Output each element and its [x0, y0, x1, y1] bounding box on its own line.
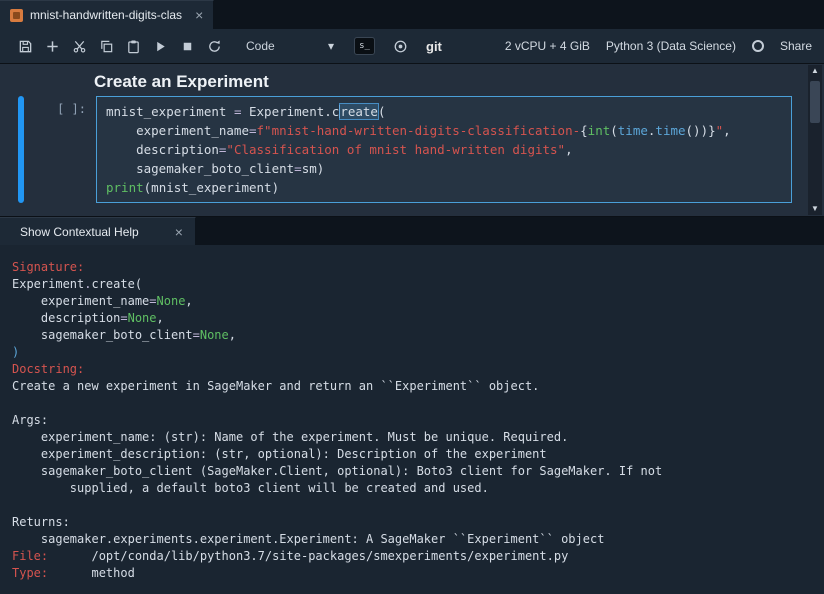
code-cell-row: [ ]: mnist_experiment = Experiment.creat…: [0, 96, 824, 203]
share-button[interactable]: Share: [780, 39, 812, 53]
help-line: experiment_name: (str): Name of the expe…: [12, 429, 810, 446]
help-line: ): [12, 344, 810, 361]
help-line: description=None,: [12, 310, 810, 327]
scroll-down-icon[interactable]: ▼: [811, 203, 819, 215]
help-line: sagemaker.experiments.experiment.Experim…: [12, 531, 810, 548]
code-line: experiment_name=f"mnist-hand-written-dig…: [106, 121, 782, 140]
contextual-help-tab[interactable]: Show Contextual Help ×: [0, 217, 196, 245]
help-line: File: /opt/conda/lib/python3.7/site-pack…: [12, 548, 810, 565]
terminal-badge-icon[interactable]: s_: [354, 37, 375, 55]
copy-icon[interactable]: [93, 33, 120, 59]
notebook-tab[interactable]: mnist-handwritten-digits-clas ×: [0, 0, 214, 29]
notebook-toolbar: Code ▾ s_ git 2 vCPU + 4 GiB Python 3 (D…: [0, 29, 824, 64]
cell-type-value: Code: [246, 39, 275, 53]
code-cell[interactable]: mnist_experiment = Experiment.create( ex…: [96, 96, 792, 203]
help-line: experiment_name=None,: [12, 293, 810, 310]
help-tab-close-icon[interactable]: ×: [175, 224, 183, 240]
code-line: mnist_experiment = Experiment.create(: [106, 102, 782, 121]
notebook-tab-label: mnist-handwritten-digits-clas: [30, 8, 182, 22]
help-line: [12, 497, 810, 514]
help-line: Experiment.create(: [12, 276, 810, 293]
restart-kernel-icon[interactable]: [201, 33, 228, 59]
jupyterlab-window: mnist-handwritten-digits-clas ×: [0, 0, 824, 594]
help-line: Create a new experiment in SageMaker and…: [12, 378, 810, 395]
tab-close-icon[interactable]: ×: [195, 8, 203, 22]
paste-icon[interactable]: [120, 33, 147, 59]
run-icon[interactable]: [147, 33, 174, 59]
help-line: supplied, a default boto3 client will be…: [12, 480, 810, 497]
help-line: Signature:: [12, 259, 810, 276]
help-line: sagemaker_boto_client=None,: [12, 327, 810, 344]
add-cell-icon[interactable]: [39, 33, 66, 59]
markdown-heading: Create an Experiment: [94, 72, 824, 92]
kernel-status-icon[interactable]: [752, 40, 764, 52]
main-tab-bar: mnist-handwritten-digits-clas ×: [0, 0, 824, 29]
scrollbar-thumb[interactable]: [810, 81, 820, 123]
save-icon[interactable]: [12, 33, 39, 59]
help-tab-bar: Show Contextual Help ×: [0, 216, 824, 245]
cell-prompt: [ ]:: [24, 96, 96, 203]
help-line: sagemaker_boto_client (SageMaker.Client,…: [12, 463, 810, 480]
notebook-scrollbar[interactable]: ▲ ▼: [808, 65, 822, 215]
checkpoint-icon[interactable]: [387, 33, 414, 59]
contextual-help-panel: Signature:Experiment.create( experiment_…: [0, 245, 824, 594]
help-line: Args:: [12, 412, 810, 429]
kernel-selector[interactable]: Python 3 (Data Science): [606, 39, 736, 53]
help-line: [12, 395, 810, 412]
help-line: experiment_description: (str, optional):…: [12, 446, 810, 463]
help-line: Type: method: [12, 565, 810, 582]
chevron-down-icon: ▾: [328, 39, 334, 53]
notebook-area: Create an Experiment [ ]: mnist_experime…: [0, 64, 824, 216]
code-line: print(mnist_experiment): [106, 178, 782, 197]
code-line: sagemaker_boto_client=sm): [106, 159, 782, 178]
contextual-help-tab-label: Show Contextual Help: [20, 225, 139, 239]
instance-type-label[interactable]: 2 vCPU + 4 GiB: [505, 39, 590, 53]
cell-type-dropdown[interactable]: Code ▾: [240, 36, 340, 56]
scroll-up-icon[interactable]: ▲: [811, 65, 819, 77]
code-line: description="Classification of mnist han…: [106, 140, 782, 159]
cut-icon[interactable]: [66, 33, 93, 59]
help-line: Returns:: [12, 514, 810, 531]
git-icon[interactable]: git: [426, 39, 442, 54]
stop-icon[interactable]: [174, 33, 201, 59]
notebook-icon: [10, 9, 23, 22]
help-line: Docstring:: [12, 361, 810, 378]
